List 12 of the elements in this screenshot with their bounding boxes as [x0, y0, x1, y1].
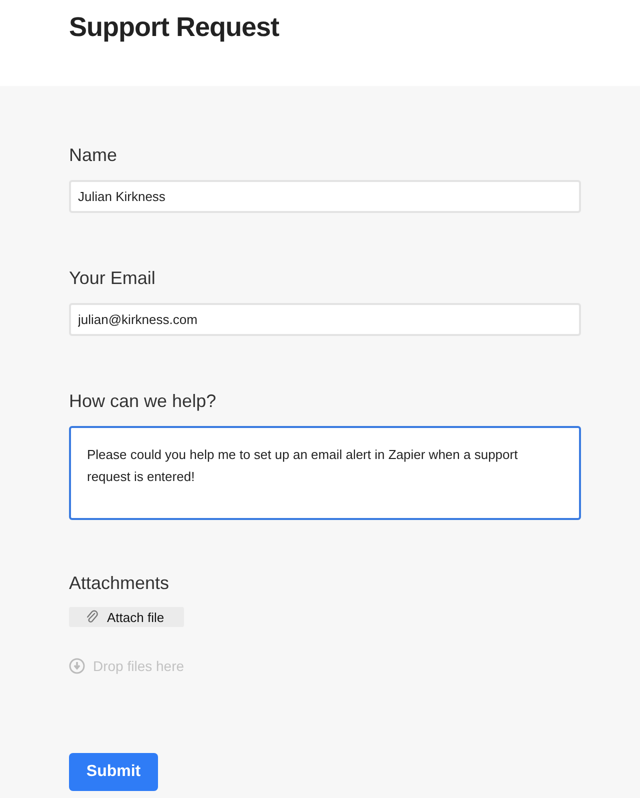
- message-field[interactable]: Please could you help me to set up an email alert in Zapier when a support request is entered!: [69, 426, 581, 520]
- paperclip-icon: [85, 610, 99, 624]
- input-field[interactable]: Julian Kirkness: [69, 180, 581, 213]
- field-label: How can we help?: [69, 390, 216, 412]
- field-label: Attachments: [69, 572, 170, 594]
- page-title: Support Request: [69, 12, 280, 43]
- input-field[interactable]: julian@kirkness.com: [69, 303, 581, 336]
- submit-button[interactable]: Submit: [69, 753, 158, 791]
- field-label: Your Email: [69, 267, 156, 289]
- field-label: Name: [69, 144, 118, 166]
- attach-file-button[interactable]: Attach file: [69, 607, 184, 627]
- download-icon: [69, 658, 85, 674]
